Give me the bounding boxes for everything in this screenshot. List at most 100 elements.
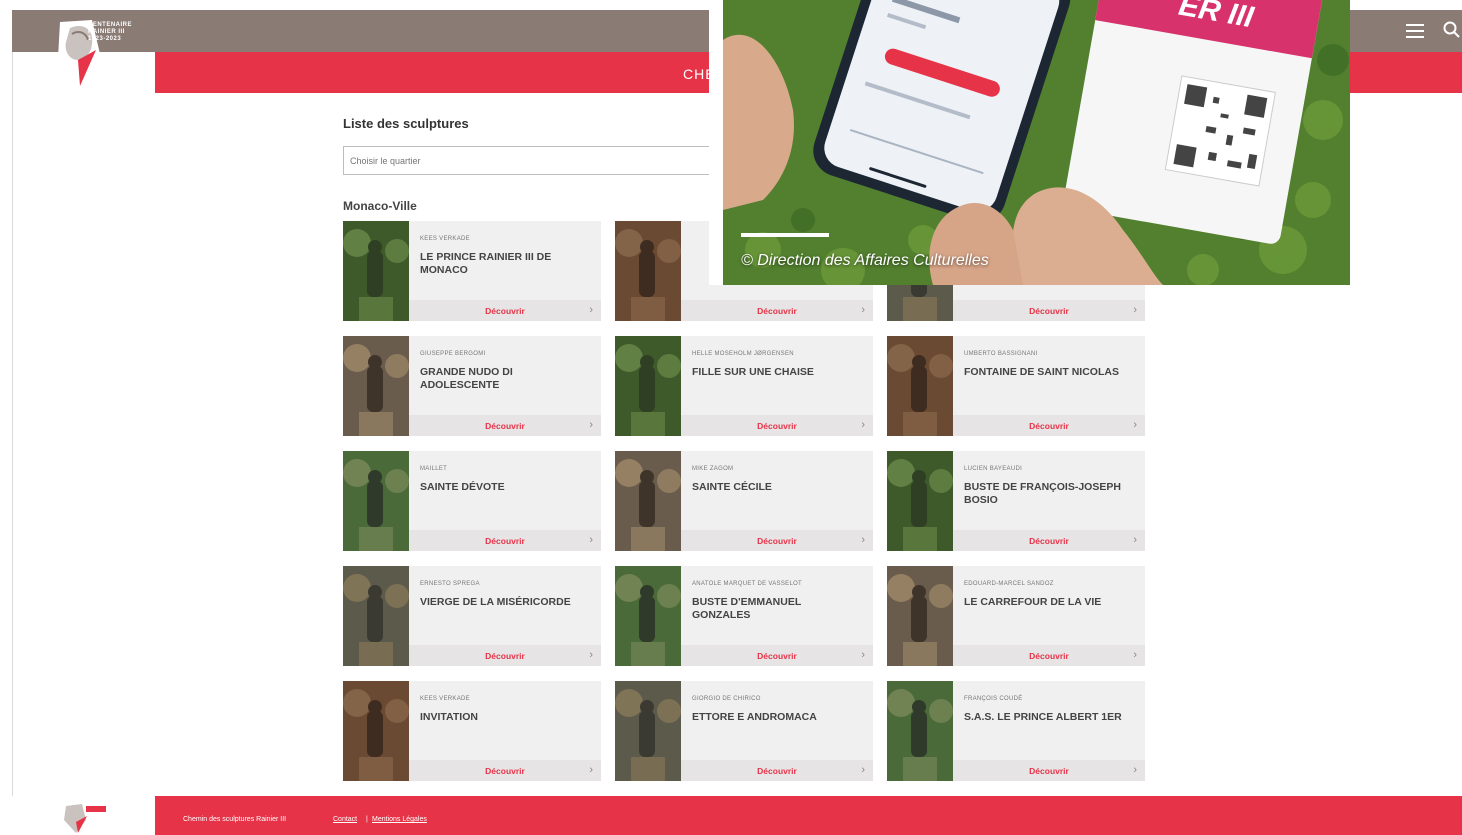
sculpture-name: Invitation bbox=[420, 711, 478, 723]
chevron-right-icon: › bbox=[1133, 764, 1137, 776]
sculpture-artist: Anatole Marquet de Vasselot bbox=[692, 581, 803, 587]
chevron-right-icon: › bbox=[861, 534, 865, 546]
photo-credit: © Direction des Affaires Culturelles bbox=[741, 252, 989, 269]
discover-label: Découvrir bbox=[757, 306, 797, 316]
sculpture-thumbnail[interactable] bbox=[615, 336, 681, 436]
chevron-right-icon: › bbox=[589, 419, 593, 431]
discover-button[interactable]: Découvrir › bbox=[681, 645, 873, 666]
sculpture-thumbnail[interactable] bbox=[887, 566, 953, 666]
sculpture-thumbnail[interactable] bbox=[887, 681, 953, 781]
discover-button[interactable]: Découvrir › bbox=[953, 645, 1145, 666]
discover-label: Découvrir bbox=[485, 766, 525, 776]
sculpture-name: Grande nudo di adolescente bbox=[420, 366, 513, 391]
footer-logo[interactable] bbox=[60, 800, 110, 834]
sculpture-artist: Helle Moseholm Jørgensen bbox=[692, 351, 794, 357]
sculpture-name: Sainte Dévote bbox=[420, 481, 505, 493]
sculpture-thumbnail[interactable] bbox=[343, 566, 409, 666]
discover-label: Découvrir bbox=[485, 651, 525, 661]
photo-overlay: ER III bbox=[723, 0, 1350, 285]
discover-label: Découvrir bbox=[1029, 766, 1069, 776]
sculpture-thumbnail[interactable] bbox=[615, 451, 681, 551]
discover-button[interactable]: Découvrir › bbox=[681, 415, 873, 436]
sculpture-name: Ettore e Andromaca bbox=[692, 711, 817, 723]
discover-label: Découvrir bbox=[757, 536, 797, 546]
sculpture-card[interactable]: Kees Verkade Invitation Découvrir › bbox=[343, 681, 601, 781]
chevron-right-icon: › bbox=[1133, 419, 1137, 431]
discover-label: Découvrir bbox=[757, 651, 797, 661]
sculpture-name: Fontaine de Saint Nicolas bbox=[964, 366, 1119, 378]
sculpture-artist: François Coudé bbox=[964, 696, 1023, 702]
footer-separator: | bbox=[366, 816, 368, 823]
chevron-right-icon: › bbox=[589, 649, 593, 661]
chevron-right-icon: › bbox=[861, 764, 865, 776]
sculpture-name: Sainte Cécile bbox=[692, 481, 772, 493]
discover-label: Découvrir bbox=[1029, 536, 1069, 546]
discover-button[interactable]: Découvrir › bbox=[409, 645, 601, 666]
sculpture-name: Buste de François-Joseph Bosio bbox=[964, 481, 1121, 506]
section-title: Monaco-Ville bbox=[343, 199, 417, 213]
chevron-right-icon: › bbox=[1133, 534, 1137, 546]
credit-divider bbox=[741, 233, 829, 237]
discover-label: Découvrir bbox=[757, 421, 797, 431]
footer-link-legal[interactable]: Mentions Légales bbox=[372, 816, 427, 823]
sculpture-card[interactable]: Helle Moseholm Jørgensen Fille sur une ch… bbox=[615, 336, 873, 436]
discover-button[interactable]: Découvrir › bbox=[681, 300, 873, 321]
sculpture-thumbnail[interactable] bbox=[343, 451, 409, 551]
discover-button[interactable]: Découvrir › bbox=[409, 760, 601, 781]
sculpture-card[interactable]: Mike Zagom Sainte Cécile Découvrir › bbox=[615, 451, 873, 551]
sculpture-card[interactable]: François Coudé S.A.S. le Prince Albert 1e… bbox=[887, 681, 1145, 781]
sculpture-name: Le Carrefour de la vie bbox=[964, 596, 1102, 608]
sculpture-card[interactable]: Kees Verkade Le Prince Rainier III de Mon… bbox=[343, 221, 601, 321]
sculpture-thumbnail[interactable] bbox=[615, 566, 681, 666]
discover-button[interactable]: Découvrir › bbox=[681, 760, 873, 781]
page-title: Liste des sculptures bbox=[343, 116, 469, 131]
footer-link-contact[interactable]: Contact bbox=[333, 816, 357, 823]
discover-button[interactable]: Découvrir › bbox=[681, 530, 873, 551]
sculpture-card[interactable]: Ernesto Sprega Vierge de la Miséricorde Dé… bbox=[343, 566, 601, 666]
search-icon[interactable] bbox=[1442, 20, 1462, 40]
sculpture-card[interactable]: Maillet Sainte Dévote Découvrir › bbox=[343, 451, 601, 551]
sculpture-card[interactable]: Lucien Bayeaudi Buste de François-Joseph … bbox=[887, 451, 1145, 551]
screenshot-stage: CENTENAIRE RAINIER III 1923-2023 CHE Lis… bbox=[0, 0, 1462, 835]
sculpture-name: Buste d'Emmanuel Gonzales bbox=[692, 596, 802, 621]
sculpture-card[interactable]: Giuseppe Bergomi Grande nudo di adolescen… bbox=[343, 336, 601, 436]
discover-label: Découvrir bbox=[1029, 306, 1069, 316]
chevron-right-icon: › bbox=[861, 419, 865, 431]
sculpture-thumbnail[interactable] bbox=[343, 221, 409, 321]
sculpture-artist: Giuseppe Bergomi bbox=[420, 351, 486, 357]
discover-button[interactable]: Découvrir › bbox=[409, 415, 601, 436]
discover-button[interactable]: Découvrir › bbox=[409, 530, 601, 551]
discover-button[interactable]: Découvrir › bbox=[953, 300, 1145, 321]
discover-button[interactable]: Découvrir › bbox=[953, 415, 1145, 436]
sculpture-artist: Maillet bbox=[420, 466, 448, 472]
chevron-right-icon: › bbox=[589, 534, 593, 546]
sculpture-artist: Ernesto Sprega bbox=[420, 581, 480, 587]
sculpture-name: Le Prince Rainier III de Monaco bbox=[420, 251, 552, 276]
discover-label: Découvrir bbox=[485, 421, 525, 431]
sculpture-thumbnail[interactable] bbox=[615, 221, 681, 321]
sculpture-thumbnail[interactable] bbox=[887, 451, 953, 551]
sculpture-card[interactable]: Anatole Marquet de Vasselot Buste d'Emman… bbox=[615, 566, 873, 666]
sculpture-card[interactable]: Edouard-Marcel Sandoz Le Carrefour de la … bbox=[887, 566, 1145, 666]
sculpture-artist: Kees Verkade bbox=[420, 236, 470, 242]
sculpture-card[interactable]: Giorgio de Chirico Ettore e Andromaca Déco… bbox=[615, 681, 873, 781]
hamburger-menu-icon[interactable] bbox=[1406, 22, 1426, 40]
sculpture-artist: Umberto Bassignani bbox=[964, 351, 1038, 357]
sculpture-name: S.A.S. le Prince Albert 1er bbox=[964, 711, 1122, 723]
chevron-right-icon: › bbox=[589, 764, 593, 776]
chevron-right-icon: › bbox=[861, 304, 865, 316]
discover-label: Découvrir bbox=[1029, 651, 1069, 661]
sculpture-name: Fille sur une chaise bbox=[692, 366, 814, 378]
discover-button[interactable]: Découvrir › bbox=[409, 300, 601, 321]
discover-button[interactable]: Découvrir › bbox=[953, 760, 1145, 781]
sculpture-thumbnail[interactable] bbox=[343, 681, 409, 781]
sculpture-thumbnail[interactable] bbox=[887, 336, 953, 436]
sculpture-artist: Kees Verkade bbox=[420, 696, 470, 702]
sculpture-card[interactable]: Umberto Bassignani Fontaine de Saint Nico… bbox=[887, 336, 1145, 436]
sculpture-thumbnail[interactable] bbox=[615, 681, 681, 781]
sculpture-name: Vierge de la Miséricorde bbox=[420, 596, 571, 608]
chevron-right-icon: › bbox=[1133, 649, 1137, 661]
sculpture-artist: Edouard-Marcel Sandoz bbox=[964, 581, 1054, 587]
discover-button[interactable]: Découvrir › bbox=[953, 530, 1145, 551]
sculpture-thumbnail[interactable] bbox=[343, 336, 409, 436]
